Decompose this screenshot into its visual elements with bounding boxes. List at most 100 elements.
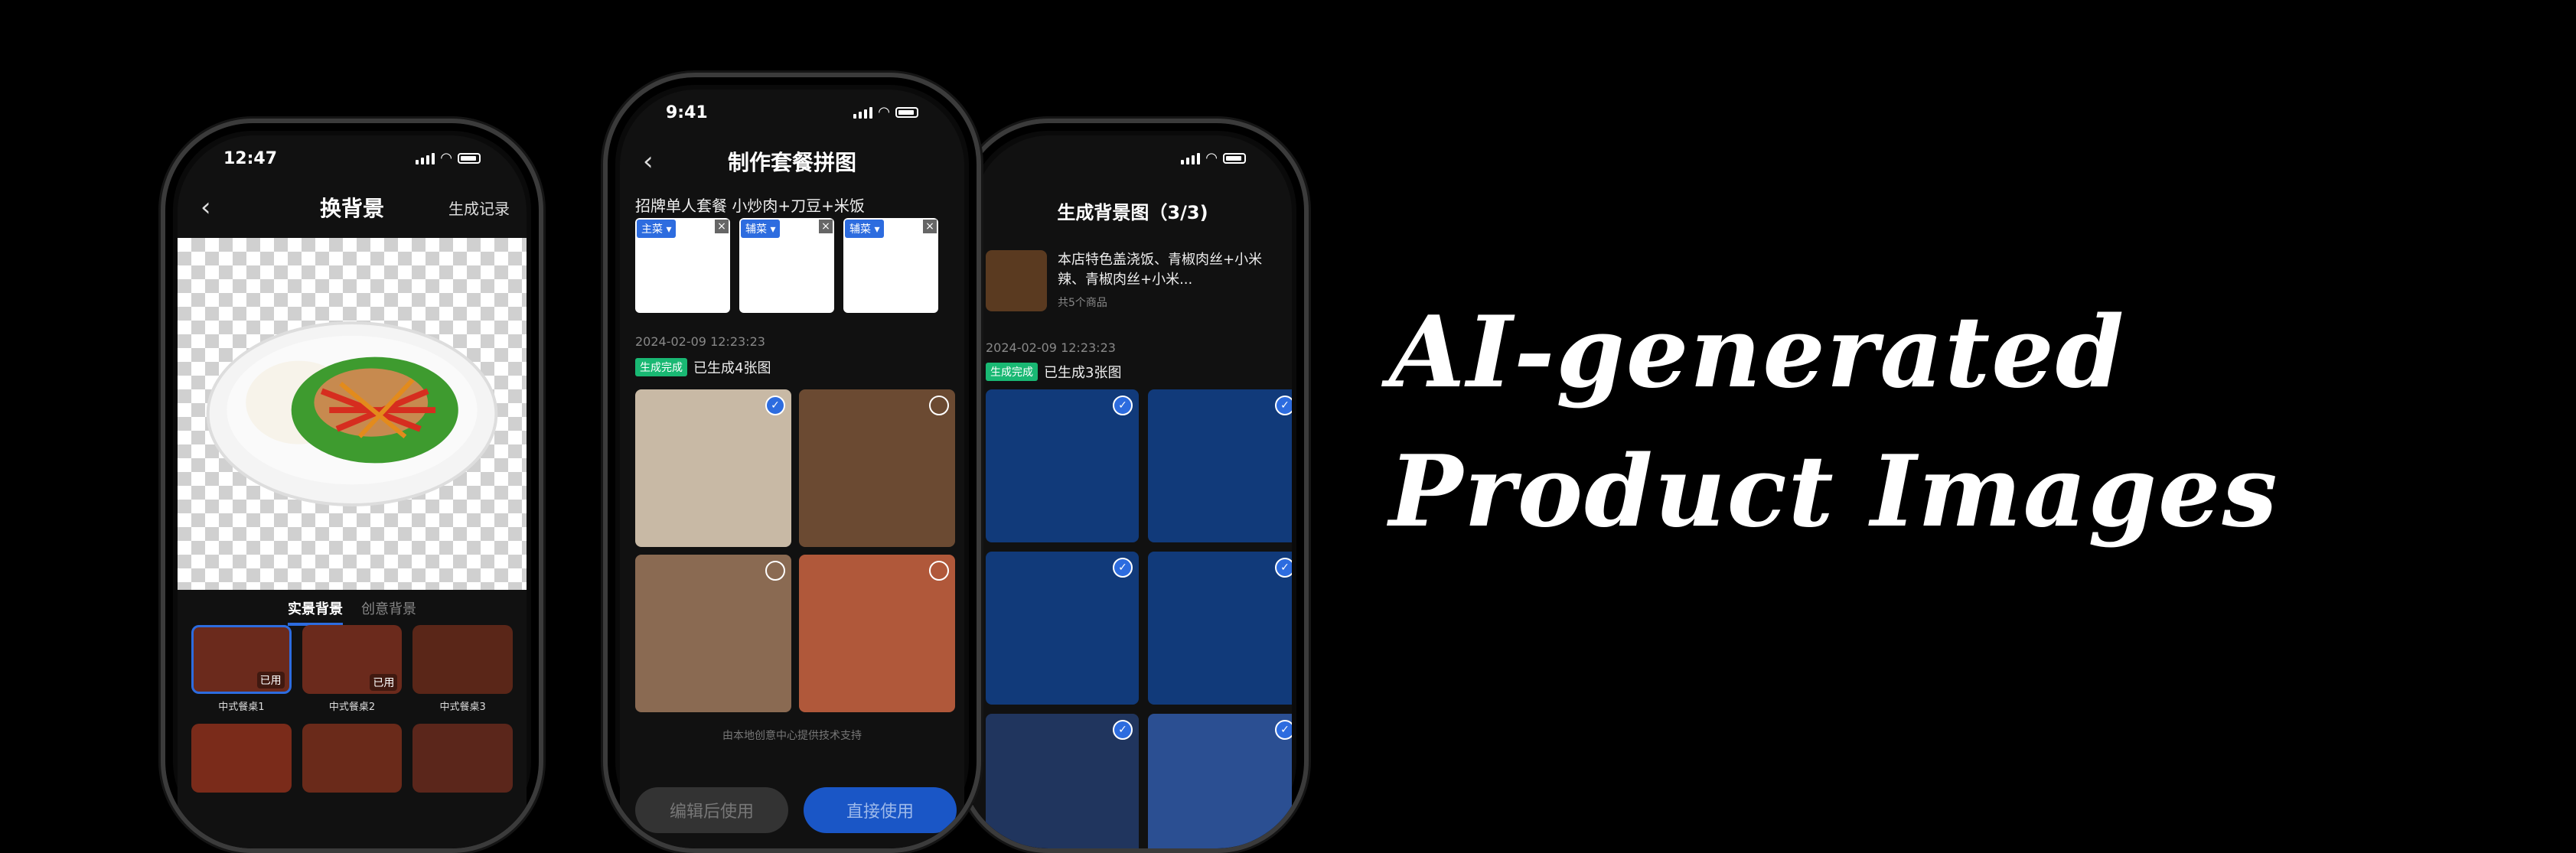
status-text: 已生成3张图 <box>1044 365 1122 381</box>
check-icon[interactable] <box>929 561 949 581</box>
thumbnail-image[interactable] <box>412 724 513 793</box>
use-directly-button[interactable]: 直接使用 <box>804 787 957 833</box>
generated-image[interactable]: ✓ <box>1148 552 1292 705</box>
combo-subtitle: 招牌单人套餐 小炒肉+刀豆+米饭 <box>635 197 865 215</box>
generated-image[interactable]: ✓ <box>986 389 1139 542</box>
status-badge: 生成完成 <box>635 358 687 376</box>
page-title: 生成背景图（3/3) <box>1057 201 1208 223</box>
background-tabs: 实景背景 创意背景 <box>178 598 527 626</box>
timestamp: 2024-02-09 12:23:23 <box>635 334 765 349</box>
tab-creative[interactable]: 创意背景 <box>361 598 416 626</box>
status-icons: ◠ <box>416 150 481 166</box>
check-icon[interactable]: ✓ <box>1113 396 1133 415</box>
transparent-canvas <box>178 238 527 590</box>
phone-combo-collage: 9:41 ◠ ‹ 制作套餐拼图 招牌单人套餐 小炒肉+刀豆+米饭 主菜 ▾ × … <box>603 73 981 853</box>
signal-icon <box>853 106 873 119</box>
wifi-icon: ◠ <box>1206 150 1217 166</box>
used-badge: 已用 <box>256 672 285 689</box>
generated-image[interactable]: ✓ <box>986 714 1139 848</box>
thumbnail-item[interactable]: 已用 中式餐桌2 <box>302 625 403 713</box>
collage-image[interactable] <box>799 555 955 712</box>
nav-bar: ‹ 换背景 生成记录 <box>178 184 527 230</box>
timestamp: 2024-02-09 12:23:23 <box>986 340 1116 355</box>
battery-icon <box>895 107 918 118</box>
thumbnail-image[interactable]: 已用 <box>191 625 292 694</box>
back-icon[interactable]: ‹ <box>201 192 211 223</box>
status-bar: 9:41 ◠ <box>620 90 964 135</box>
product-card[interactable]: 本店特色盖浇饭、青椒肉丝+小米辣、青椒肉丝+小米... 共5个商品 <box>986 250 1280 311</box>
check-icon[interactable]: ✓ <box>1113 558 1133 578</box>
phone-generated-backgrounds: ◠ 生成背景图（3/3) 本店特色盖浇饭、青椒肉丝+小米辣、青椒肉丝+小米...… <box>957 119 1309 853</box>
dish-role-select[interactable]: 辅菜 ▾ <box>741 220 781 238</box>
check-icon[interactable]: ✓ <box>1113 720 1133 740</box>
generation-status: 生成完成 已生成4张图 <box>635 357 771 377</box>
generated-image[interactable]: ✓ <box>1148 389 1292 542</box>
collage-image[interactable] <box>635 555 791 712</box>
back-icon[interactable]: ‹ <box>643 146 654 177</box>
check-icon[interactable] <box>765 561 785 581</box>
thumbnail-label: 中式餐桌1 <box>218 702 265 713</box>
generated-image[interactable]: ✓ <box>1148 714 1292 848</box>
product-thumbnail <box>986 250 1047 311</box>
used-badge: 已用 <box>370 674 398 691</box>
wifi-icon: ◠ <box>879 104 889 120</box>
wifi-icon: ◠ <box>441 150 452 166</box>
collage-image[interactable] <box>799 389 955 547</box>
page-title: 换背景 <box>319 196 384 221</box>
status-bar: ◠ <box>973 135 1292 181</box>
edit-then-use-button[interactable]: 编辑后使用 <box>635 787 788 833</box>
product-count: 共5个商品 <box>1058 297 1107 309</box>
thumbnail-item[interactable]: 已用 中式餐桌1 <box>191 625 292 713</box>
tab-real-scene[interactable]: 实景背景 <box>288 598 343 626</box>
product-title: 本店特色盖浇饭、青椒肉丝+小米辣、青椒肉丝+小米... <box>1058 252 1263 288</box>
generation-status: 生成完成 已生成3张图 <box>986 362 1121 382</box>
headline-line-2: Product Images <box>1389 435 2279 549</box>
status-time: 12:47 <box>223 148 278 168</box>
check-icon[interactable]: ✓ <box>765 396 785 415</box>
status-text: 已生成4张图 <box>693 360 771 376</box>
status-badge: 生成完成 <box>986 363 1038 381</box>
phone2-screen: 9:41 ◠ ‹ 制作套餐拼图 招牌单人套餐 小炒肉+刀豆+米饭 主菜 ▾ × … <box>620 90 964 848</box>
headline-line-1: AI-generated <box>1389 295 2126 410</box>
status-icons: ◠ <box>853 106 918 119</box>
generation-history-link[interactable]: 生成记录 <box>448 197 510 219</box>
dish-role-select[interactable]: 主菜 ▾ <box>637 220 677 238</box>
marketing-headline: AI-generated Product Images <box>1389 283 2279 562</box>
dish-chip[interactable]: 辅菜 ▾ × <box>739 218 834 313</box>
check-icon[interactable] <box>929 396 949 415</box>
close-icon[interactable]: × <box>819 220 833 233</box>
nav-bar: ‹ 制作套餐拼图 <box>620 138 964 184</box>
dish-chip[interactable]: 主菜 ▾ × <box>635 218 730 313</box>
thumbnail-image[interactable]: 已用 <box>302 625 403 694</box>
phone-change-background: 12:47 ◠ ‹ 换背景 生成记录 实景背景 创意背景 已用 中式餐桌1 已用… <box>161 119 543 853</box>
signal-icon <box>416 152 435 164</box>
thumbnail-image[interactable] <box>302 724 403 793</box>
thumbnail-image[interactable] <box>191 724 292 793</box>
background-thumbnails: 已用 中式餐桌1 已用 中式餐桌2 中式餐桌3 <box>191 625 513 793</box>
status-time: 9:41 <box>666 103 708 122</box>
phone3-screen: ◠ 生成背景图（3/3) 本店特色盖浇饭、青椒肉丝+小米辣、青椒肉丝+小米...… <box>973 135 1292 848</box>
dish-cutout-image <box>206 321 498 506</box>
thumbnail-item[interactable]: 中式餐桌3 <box>412 625 513 713</box>
check-icon[interactable]: ✓ <box>1275 720 1292 740</box>
dish-role-select[interactable]: 辅菜 ▾ <box>845 220 885 238</box>
close-icon[interactable]: × <box>923 220 937 233</box>
check-icon[interactable]: ✓ <box>1275 396 1292 415</box>
battery-icon <box>458 153 481 164</box>
signal-icon <box>1181 152 1201 164</box>
status-icons: ◠ <box>1181 150 1246 166</box>
generated-image[interactable]: ✓ <box>986 552 1139 705</box>
dish-chips: 主菜 ▾ × 辅菜 ▾ × 辅菜 ▾ × <box>635 218 938 313</box>
thumbnail-image[interactable] <box>412 625 513 694</box>
close-icon[interactable]: × <box>715 220 729 233</box>
dish-chip[interactable]: 辅菜 ▾ × <box>843 218 938 313</box>
battery-icon <box>1223 153 1246 164</box>
thumbnail-label: 中式餐桌2 <box>328 702 376 713</box>
phone1-screen: 12:47 ◠ ‹ 换背景 生成记录 实景背景 创意背景 已用 中式餐桌1 已用… <box>178 135 527 848</box>
footer-note: 由本地创意中心提供技术支持 <box>722 730 862 742</box>
status-bar: 12:47 ◠ <box>178 135 527 181</box>
check-icon[interactable]: ✓ <box>1275 558 1292 578</box>
collage-image[interactable]: ✓ <box>635 389 791 547</box>
thumbnail-label: 中式餐桌3 <box>439 702 486 713</box>
page-title: 制作套餐拼图 <box>727 150 856 175</box>
